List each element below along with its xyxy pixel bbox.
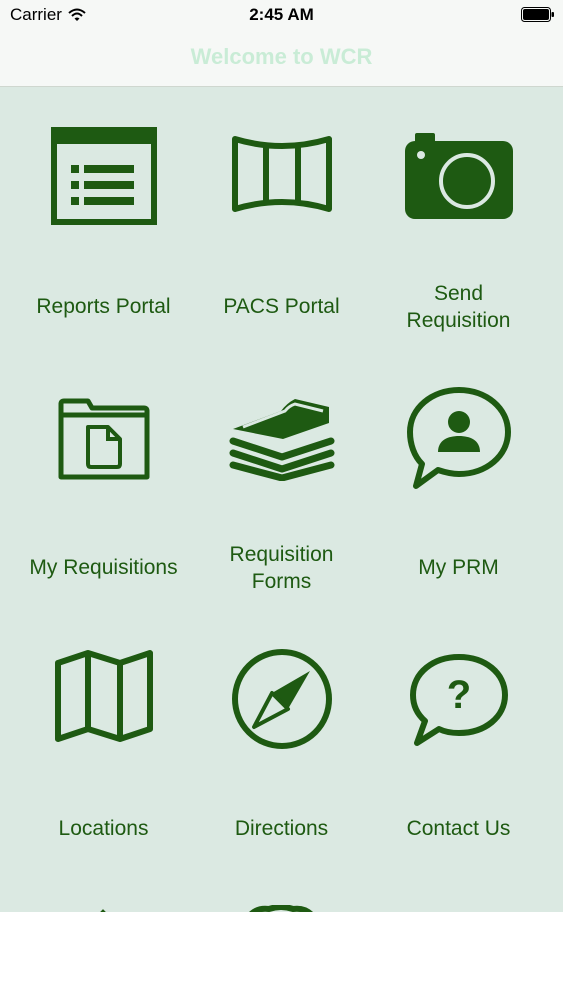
- bottom-area: [0, 912, 563, 1000]
- paper-stack-icon: [229, 399, 334, 481]
- tile-contact-us[interactable]: ? Contact Us: [365, 609, 552, 869]
- tile-my-requisitions[interactable]: My Requisitions: [10, 348, 197, 608]
- question-speech-icon: ?: [409, 654, 508, 746]
- status-bar: Carrier 2:45 AM: [0, 0, 563, 30]
- tile-label: Send Requisition: [406, 282, 511, 332]
- battery-icon: [521, 7, 554, 22]
- tile-pacs-portal[interactable]: PACS Portal: [188, 87, 375, 347]
- compass-icon: [231, 649, 332, 749]
- map-icon: [54, 650, 153, 742]
- tile-label: Requisition Forms: [229, 543, 334, 593]
- nav-title: Welcome to WCR: [190, 44, 373, 69]
- tile-label: Contact Us: [406, 817, 511, 840]
- tile-locations[interactable]: Locations: [10, 609, 197, 869]
- navigation-bar: Welcome to WCR: [0, 30, 563, 87]
- status-time: 2:45 AM: [249, 5, 314, 24]
- menu-grid: Reports Portal PACS Portal Send Requisit…: [0, 87, 563, 912]
- tile-send-requisition[interactable]: Send Requisition: [365, 87, 552, 347]
- tile-label: Directions: [234, 817, 329, 840]
- partial-icon: [249, 905, 313, 912]
- person-speech-icon: [406, 387, 511, 489]
- tile-my-prm[interactable]: My PRM: [365, 348, 552, 608]
- tile-reports-portal[interactable]: Reports Portal: [10, 87, 197, 347]
- tile-label: PACS Portal: [223, 295, 340, 318]
- camera-icon: [404, 133, 513, 219]
- tile-label: My Requisitions: [29, 556, 178, 579]
- panorama-icon: [231, 136, 332, 212]
- report-list-icon: [50, 127, 157, 225]
- tile-label: Locations: [58, 817, 149, 840]
- tile-label: Reports Portal: [36, 295, 171, 318]
- svg-text:?: ?: [446, 673, 470, 717]
- tile-directions[interactable]: Directions: [188, 609, 375, 869]
- folder-file-icon: [58, 398, 149, 480]
- tile-label: My PRM: [418, 556, 499, 579]
- tile-requisition-forms[interactable]: Requisition Forms: [188, 348, 375, 608]
